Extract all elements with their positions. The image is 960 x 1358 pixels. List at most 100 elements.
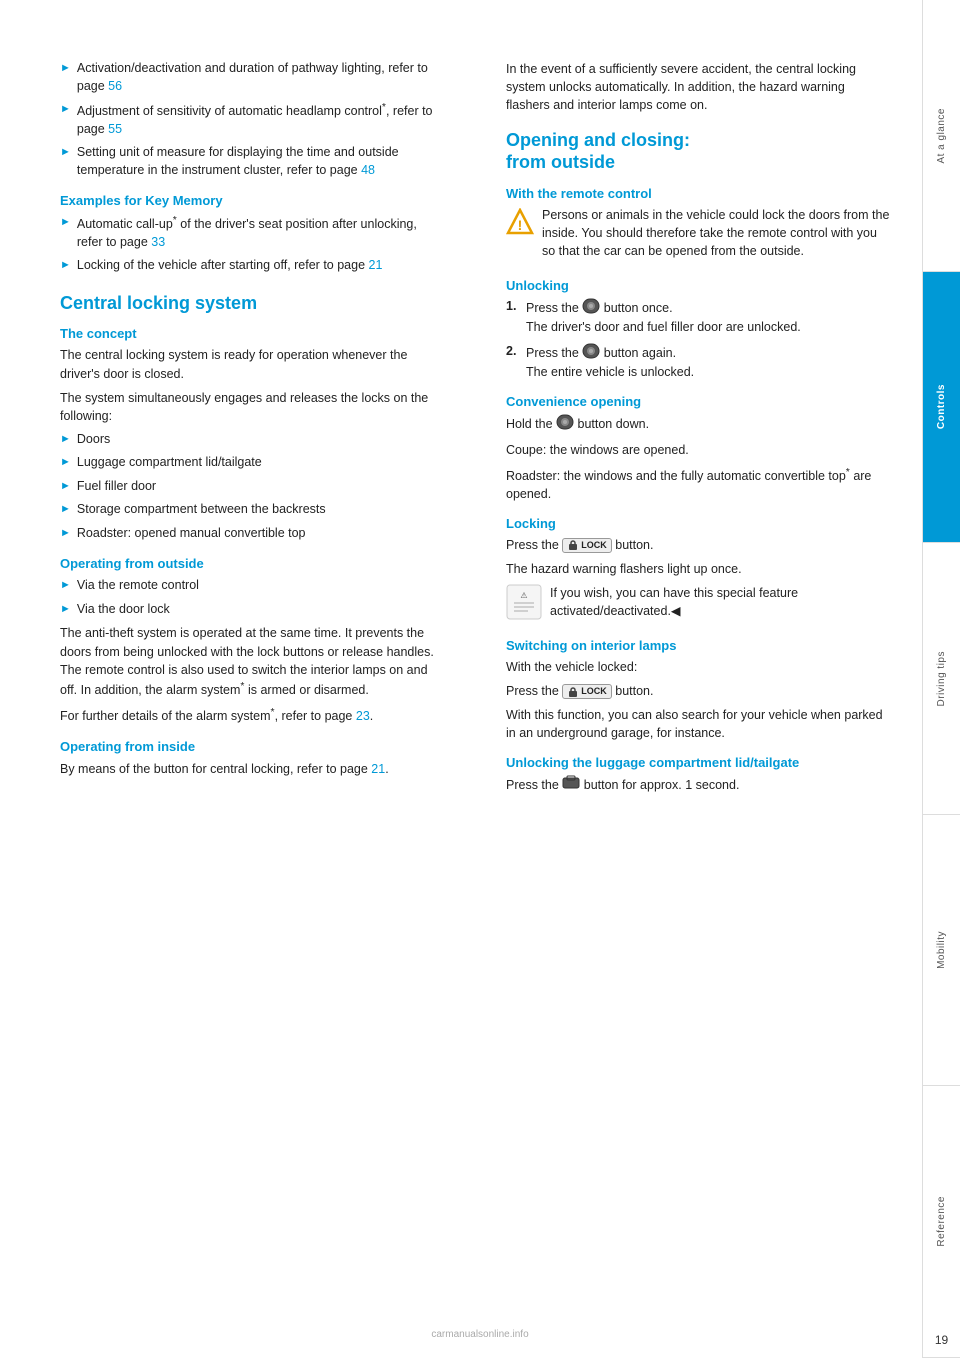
locking-text1: Press the LOCK button. [506, 536, 892, 554]
bullet-arrow-icon: ► [60, 578, 71, 595]
lock-item-doors: Doors [77, 431, 110, 449]
step-2: 2. Press the button again.The entire veh… [506, 343, 892, 382]
remote-control-heading: With the remote control [506, 186, 892, 201]
sidebar: At a glance Controls Driving tips Mobili… [922, 0, 960, 1358]
page-link-55[interactable]: 55 [108, 122, 122, 136]
bullet-item: ► Roadster: opened manual convertible to… [60, 525, 446, 543]
lock-item-fuel: Fuel filler door [77, 478, 156, 496]
step-1: 1. Press the button once.The driver's do… [506, 298, 892, 337]
locks-bullets: ► Doors ► Luggage compartment lid/tailga… [60, 431, 446, 543]
sidebar-section-driving-tips: Driving tips [923, 543, 960, 815]
remote-key-icon-2 [582, 343, 600, 365]
bullet-arrow-icon: ► [60, 61, 71, 95]
convenience-text2: Coupe: the windows are opened. [506, 441, 892, 459]
convenience-text1: Hold the button down. [506, 414, 892, 435]
bullet-item: ► Automatic call-up* of the driver's sea… [60, 214, 446, 251]
locking-note: If you wish, you can have this special f… [550, 584, 892, 620]
remote-key-icon-1 [582, 298, 600, 320]
switching-text1: With the vehicle locked: [506, 658, 892, 676]
sidebar-section-reference: Reference 19 [923, 1086, 960, 1358]
page-number: 19 [935, 1333, 948, 1347]
convenience-text3: Roadster: the windows and the fully auto… [506, 465, 892, 503]
sidebar-label-reference: Reference [936, 1196, 947, 1247]
sidebar-label-controls: Controls [936, 384, 947, 429]
lock-button-icon: LOCK [562, 538, 612, 553]
watermark: carmanualsonline.info [431, 1329, 528, 1340]
sidebar-section-controls: Controls [923, 272, 960, 544]
opening-closing-section: Opening and closing:from outside With th… [506, 130, 892, 795]
bullet-item: ► Storage compartment between the backre… [60, 501, 446, 519]
bullet-arrow-icon: ► [60, 502, 71, 519]
bullet-item: ► Doors [60, 431, 446, 449]
lock-button-icon-2: LOCK [562, 684, 612, 699]
operating-outside-para: The anti-theft system is operated at the… [60, 624, 446, 699]
lock-item-storage: Storage compartment between the backrest… [77, 501, 326, 519]
svg-text:!: ! [518, 217, 523, 233]
switching-heading: Switching on interior lamps [506, 638, 892, 653]
bullet-arrow-icon: ► [60, 258, 71, 275]
bullet-arrow-icon: ► [60, 455, 71, 472]
bullet-arrow-icon: ► [60, 602, 71, 619]
remote-key-icon-3 [556, 414, 574, 435]
right-column: In the event of a sufficiently severe ac… [491, 60, 892, 1318]
operating-outside-heading: Operating from outside [60, 556, 446, 571]
note-icon: ⚠ [506, 584, 542, 620]
main-content: ► Activation/deactivation and duration o… [0, 0, 922, 1358]
examples-heading: Examples for Key Memory [60, 193, 446, 208]
examples-bullets: ► Automatic call-up* of the driver's sea… [60, 214, 446, 275]
lock-item-luggage: Luggage compartment lid/tailgate [77, 454, 262, 472]
bullet-item: ► Fuel filler door [60, 478, 446, 496]
page-link-56[interactable]: 56 [108, 79, 122, 93]
luggage-button-icon [562, 775, 580, 796]
operating-outside-door: Via the door lock [77, 601, 170, 619]
bullet-item: ► Adjustment of sensitivity of automatic… [60, 101, 446, 138]
bullet-arrow-icon: ► [60, 526, 71, 543]
bullet-item: ► Activation/deactivation and duration o… [60, 60, 446, 95]
alarm-system-text: For further details of the alarm system*… [60, 705, 446, 725]
locking-heading: Locking [506, 516, 892, 531]
warning-box: ! Persons or animals in the vehicle coul… [506, 206, 892, 266]
bullet-item: ► Setting unit of measure for displaying… [60, 144, 446, 179]
switching-text3: With this function, you can also search … [506, 706, 892, 742]
left-column: ► Activation/deactivation and duration o… [60, 60, 461, 1318]
bullet-item: ► Via the remote control [60, 577, 446, 595]
bullet-arrow-icon: ► [60, 215, 71, 251]
bullet-item: ► Via the door lock [60, 601, 446, 619]
concept-para-1: The central locking system is ready for … [60, 346, 446, 382]
concept-heading: The concept [60, 326, 446, 341]
central-locking-heading: Central locking system [60, 293, 446, 315]
sidebar-label-driving-tips: Driving tips [936, 651, 947, 706]
bullet-arrow-icon: ► [60, 102, 71, 138]
bullet-arrow-icon: ► [60, 145, 71, 179]
bullet-arrow-icon: ► [60, 432, 71, 449]
page-link-21b[interactable]: 21 [371, 762, 385, 776]
page-link-23[interactable]: 23 [356, 709, 370, 723]
intro-bullets: ► Activation/deactivation and duration o… [60, 60, 446, 179]
luggage-text: Press the button for approx. 1 second. [506, 775, 892, 796]
operating-inside-heading: Operating from inside [60, 739, 446, 754]
operating-inside-text: By means of the button for central locki… [60, 760, 446, 778]
bullet-item: ► Locking of the vehicle after starting … [60, 257, 446, 275]
bullet-arrow-icon: ► [60, 479, 71, 496]
locking-text2: The hazard warning flashers light up onc… [506, 560, 892, 578]
page-container: ► Activation/deactivation and duration o… [0, 0, 960, 1358]
page-link-33[interactable]: 33 [151, 235, 165, 249]
bullet-item: ► Luggage compartment lid/tailgate [60, 454, 446, 472]
concept-para-2: The system simultaneously engages and re… [60, 389, 446, 425]
sidebar-section-mobility: Mobility [923, 815, 960, 1087]
lock-item-roadster: Roadster: opened manual convertible top [77, 525, 306, 543]
sidebar-section-at-a-glance: At a glance [923, 0, 960, 272]
sidebar-label-mobility: Mobility [936, 931, 947, 969]
operating-outside-bullets: ► Via the remote control ► Via the door … [60, 577, 446, 618]
sidebar-label-at-a-glance: At a glance [936, 108, 947, 164]
svg-text:⚠: ⚠ [520, 591, 527, 600]
opening-closing-heading: Opening and closing:from outside [506, 130, 892, 173]
note-box-locking: ⚠ If you wish, you can have this special… [506, 584, 892, 626]
page-link-48[interactable]: 48 [361, 163, 375, 177]
operating-outside-remote: Via the remote control [77, 577, 199, 595]
luggage-heading: Unlocking the luggage compartment lid/ta… [506, 755, 892, 770]
convenience-heading: Convenience opening [506, 394, 892, 409]
warning-triangle-icon: ! [506, 208, 534, 236]
page-link-21[interactable]: 21 [369, 258, 383, 272]
intro-text: In the event of a sufficiently severe ac… [506, 60, 892, 114]
